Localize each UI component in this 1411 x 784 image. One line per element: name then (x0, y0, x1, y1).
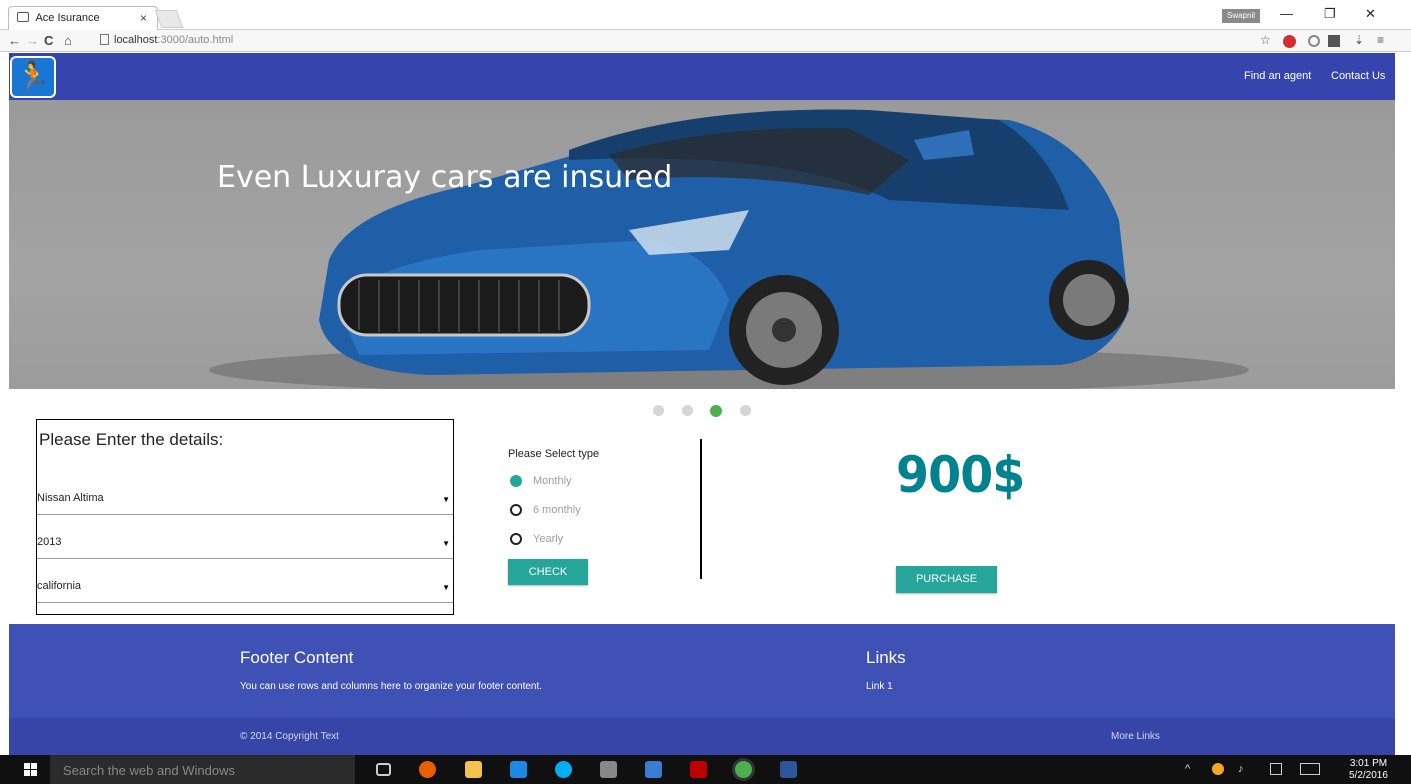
home-icon[interactable]: ⌂ (64, 33, 72, 48)
taskbar-clock[interactable]: 3:01 PM 5/2/2016 (1349, 758, 1388, 782)
volume-icon[interactable]: ♪ (1238, 763, 1244, 775)
word-icon[interactable] (780, 761, 797, 778)
clock-date: 5/2/2016 (1349, 770, 1388, 781)
car-year-select[interactable]: 2013 ▼ (37, 515, 453, 559)
action-center-icon[interactable] (1270, 763, 1282, 775)
footer-text: You can use rows and columns here to org… (240, 681, 543, 692)
car-image (209, 109, 1249, 389)
chrome-menu-icon[interactable]: ≡ (1377, 33, 1384, 47)
check-button[interactable]: CHECK (508, 559, 588, 585)
radio-yearly-label[interactable]: Yearly (533, 533, 563, 545)
forward-icon[interactable]: → (26, 33, 39, 48)
clock-time: 3:01 PM (1349, 758, 1388, 769)
skype-icon[interactable] (555, 761, 572, 778)
hero-caption: Even Luxuray cars are insured (217, 160, 673, 195)
bookmark-star-icon[interactable]: ☆ (1260, 33, 1271, 47)
more-links[interactable]: More Links (1111, 731, 1160, 742)
tab-title: Ace Isurance (35, 12, 100, 24)
price-display: 900$ (896, 446, 1025, 504)
download-icon[interactable]: ⇣ (1354, 33, 1364, 47)
firefox-icon[interactable] (419, 761, 436, 778)
extension-gear-icon[interactable] (1308, 35, 1320, 47)
url-field[interactable]: localhost:3000/auto.html (100, 34, 233, 46)
dropdown-arrow-icon: ▼ (442, 539, 450, 548)
file-explorer-icon[interactable] (465, 761, 482, 778)
site-logo[interactable]: 🏃 (10, 56, 56, 98)
dropdown-arrow-icon: ▼ (442, 583, 450, 592)
radio-6-monthly-label[interactable]: 6 monthly (533, 504, 581, 516)
form-title: Please Enter the details: (39, 430, 224, 449)
dropdown-arrow-icon: ▼ (442, 495, 450, 504)
reload-icon[interactable]: C (44, 33, 53, 48)
restore-icon[interactable]: ❐ (1324, 6, 1336, 22)
details-form: Please Enter the details: Nissan Altima … (36, 419, 454, 615)
slide-dot-3-active[interactable] (710, 405, 722, 417)
slide-dot-1[interactable] (653, 405, 664, 416)
plan-type-label: Please Select type (508, 448, 600, 460)
new-tab-button[interactable] (154, 10, 184, 28)
tray-chevron-icon[interactable]: ^ (1185, 763, 1190, 775)
windows-start-icon[interactable] (24, 763, 38, 777)
footer-heading: Footer Content (240, 648, 354, 667)
tray-app-icon[interactable] (1212, 763, 1224, 775)
page-icon (100, 34, 109, 45)
url-host: localhost (114, 34, 158, 46)
extension-square-icon[interactable] (1328, 35, 1340, 47)
close-window-icon[interactable]: ✕ (1365, 6, 1376, 22)
car-model-value: Nissan Altima (37, 492, 104, 504)
page-favicon-icon (17, 12, 29, 22)
adblock-icon[interactable] (1283, 35, 1296, 48)
slide-dot-2[interactable] (682, 405, 693, 416)
filezilla-icon[interactable] (690, 761, 707, 778)
divider-line (700, 439, 702, 579)
profile-badge[interactable]: Swapnil (1222, 9, 1260, 23)
tab-close-icon[interactable]: × (140, 11, 147, 25)
car-model-select[interactable]: Nissan Altima ▼ (37, 471, 453, 515)
radio-monthly[interactable] (510, 475, 522, 487)
chrome-icon[interactable] (735, 761, 752, 778)
hero-slider: Even Luxuray cars are insured (9, 100, 1395, 389)
keyboard-icon[interactable] (1300, 763, 1320, 775)
task-view-icon[interactable] (376, 763, 391, 776)
slide-dot-4[interactable] (740, 405, 751, 416)
radio-6-monthly[interactable] (510, 504, 522, 516)
browser-tab[interactable]: Ace Isurance × (8, 6, 158, 30)
store-icon[interactable] (510, 761, 527, 778)
nav-contact-us[interactable]: Contact Us (1331, 70, 1385, 82)
footer-links-heading: Links (866, 648, 906, 667)
radio-monthly-label[interactable]: Monthly (533, 475, 572, 487)
virtualbox-icon[interactable] (600, 761, 617, 778)
copyright-bar: © 2014 Copyright Text More Links (9, 718, 1395, 755)
car-year-value: 2013 (37, 536, 62, 548)
footer-link-1[interactable]: Link 1 (866, 681, 893, 692)
minimize-icon[interactable]: — (1280, 6, 1293, 21)
state-value: california (37, 580, 82, 592)
copyright-text: © 2014 Copyright Text (240, 731, 339, 742)
site-navbar: 🏃 Find an agent Contact Us (9, 53, 1395, 100)
browser-tabstrip: Ace Isurance × Swapnil — ❐ ✕ (0, 0, 1411, 30)
radio-yearly[interactable] (510, 533, 522, 545)
page-footer: Footer Content You can use rows and colu… (9, 624, 1395, 718)
back-icon[interactable]: ← (8, 33, 21, 48)
taskbar-search-input[interactable]: Search the web and Windows (50, 755, 355, 784)
state-select[interactable]: california ▼ (37, 559, 453, 603)
network-app-icon[interactable] (645, 761, 662, 778)
windows-taskbar: Search the web and Windows ^ ♪ 3:01 PM 5… (0, 755, 1411, 784)
address-bar: ← → C ⌂ localhost:3000/auto.html ☆ ⇣ ≡ (0, 30, 1411, 52)
purchase-button[interactable]: PURCHASE (896, 566, 997, 593)
url-path: :3000/auto.html (157, 34, 234, 46)
nav-find-agent[interactable]: Find an agent (1244, 70, 1311, 82)
